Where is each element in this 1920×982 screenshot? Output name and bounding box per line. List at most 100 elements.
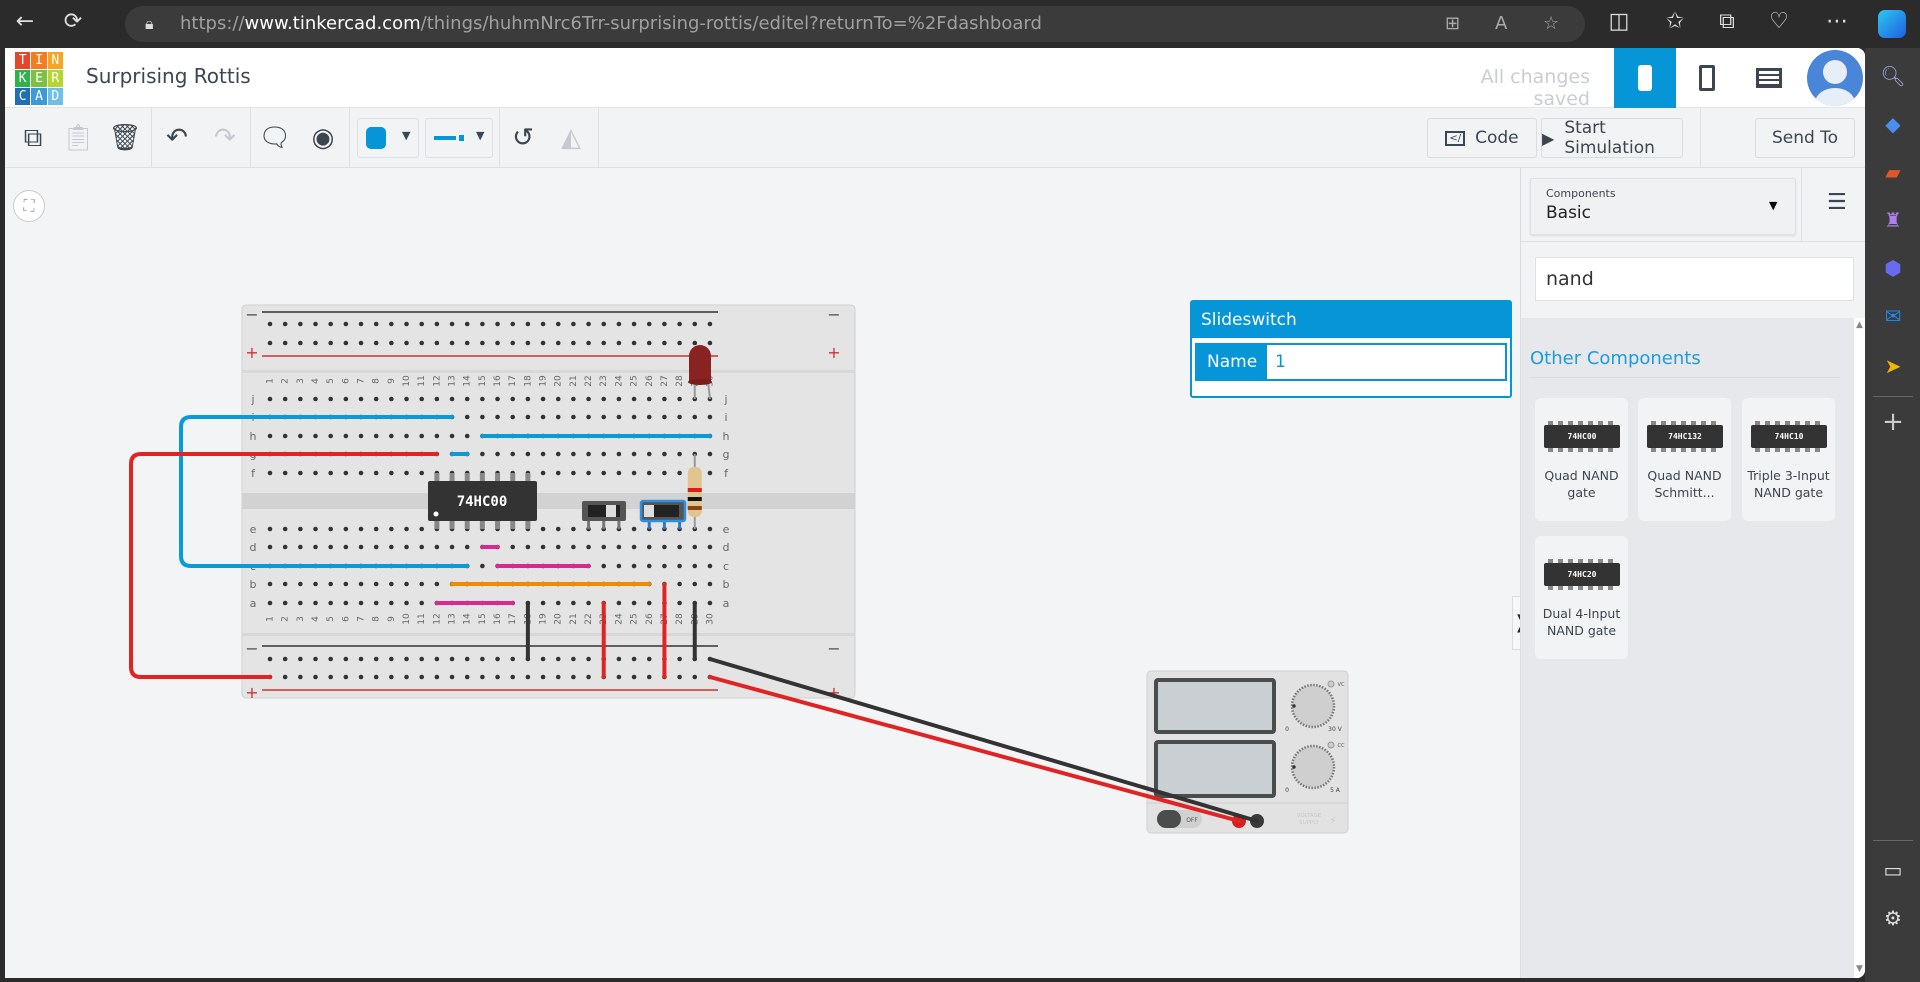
hole xyxy=(616,451,622,457)
hole xyxy=(343,340,349,346)
address-bar[interactable]: 🔒︎ https://www.tinkercad.com/things/huhm… xyxy=(125,6,1585,42)
refresh-icon[interactable]: ⟳ xyxy=(58,9,88,34)
back-icon[interactable]: ← xyxy=(10,9,40,34)
notes-visibility-icon[interactable]: ◉ xyxy=(303,118,343,158)
components-dropdown[interactable]: Components Basic ▼ xyxy=(1530,178,1796,235)
hole xyxy=(434,656,440,662)
favorite-icon[interactable]: ☆ xyxy=(1543,6,1559,42)
hole xyxy=(601,451,607,457)
app-header: T I N K E R C A D Surprising Rottis All … xyxy=(5,48,1865,110)
more-icon[interactable]: ⋯ xyxy=(1822,9,1852,34)
hole xyxy=(571,451,576,457)
rotate-icon[interactable]: ↺ xyxy=(503,118,543,158)
column-number: 6 xyxy=(341,616,351,622)
avatar[interactable] xyxy=(1807,50,1863,106)
hole xyxy=(404,321,409,327)
knob-indicator xyxy=(1292,765,1296,769)
hole xyxy=(404,526,409,532)
read-aloud-icon[interactable]: A xyxy=(1495,6,1507,42)
hole xyxy=(616,656,622,662)
hole xyxy=(419,396,425,402)
redo-icon[interactable]: ↷ xyxy=(205,118,245,158)
lock-icon[interactable]: 🔒︎ xyxy=(145,6,154,42)
rail-sign: − xyxy=(245,639,258,658)
hole xyxy=(707,544,713,550)
tab-schematic-view[interactable] xyxy=(1676,48,1738,108)
component-card[interactable]: 74HC00 Quad NAND gate xyxy=(1535,398,1628,521)
outlook-icon[interactable]: ✉ xyxy=(1879,302,1907,330)
scroll-down-icon[interactable]: ▼ xyxy=(1856,964,1863,974)
paste-icon[interactable]: 📋︎ xyxy=(58,118,98,158)
hole xyxy=(631,674,637,680)
sidebar-toggle-icon[interactable]: ▭ xyxy=(1879,856,1907,884)
component-card[interactable]: 74HC132 Quad NAND Schmitt... xyxy=(1638,398,1731,521)
chip-image: 74HC00 xyxy=(1544,421,1620,452)
circuit-drawing[interactable]: −+−+−+−+11223344556677889910101111121213… xyxy=(5,168,1520,978)
name-value[interactable]: 1 xyxy=(1267,345,1286,379)
tab-component-list[interactable] xyxy=(1738,48,1800,108)
hole xyxy=(586,451,591,457)
games-icon[interactable]: ♜ xyxy=(1879,206,1907,234)
add-icon[interactable]: + xyxy=(1879,408,1907,436)
list-view-icon[interactable]: ☰ xyxy=(1827,190,1847,215)
hole xyxy=(282,581,288,587)
split-screen-icon[interactable]: ◫ xyxy=(1604,9,1634,34)
code-button[interactable]: </ Code xyxy=(1427,118,1537,158)
hole xyxy=(495,674,500,680)
note-icon[interactable]: 🗨︎ xyxy=(255,118,295,158)
hole xyxy=(707,414,713,420)
settings-icon[interactable]: ⚙ xyxy=(1879,904,1907,932)
name-field[interactable]: Name 1 xyxy=(1195,343,1507,381)
hole xyxy=(586,396,591,402)
hole xyxy=(464,674,470,680)
copy-icon[interactable]: ⧉ xyxy=(13,118,53,158)
tab-circuit-view[interactable] xyxy=(1614,48,1676,108)
scrollbar[interactable]: ▲ ▼ xyxy=(1854,318,1865,978)
hole xyxy=(616,600,622,606)
hole xyxy=(525,451,531,457)
hole xyxy=(373,674,379,680)
wire-color-dropdown[interactable]: ▼ xyxy=(357,118,419,158)
copilot-icon[interactable] xyxy=(1878,10,1906,38)
shopping-icon[interactable]: ◆ xyxy=(1879,110,1907,138)
hole xyxy=(540,470,546,476)
hole xyxy=(419,581,425,587)
lightning-icon: ⚡ xyxy=(1329,816,1336,827)
components-panel: Components Basic ▼ ☰ Other Components 74… xyxy=(1520,168,1865,978)
power-switch-knob xyxy=(1157,810,1181,828)
hole xyxy=(404,470,409,476)
favorites-icon[interactable]: ✩ xyxy=(1660,9,1690,34)
rail-sign: + xyxy=(245,683,258,702)
start-simulation-button[interactable]: ▶ Start Simulation xyxy=(1541,118,1683,158)
apps-icon[interactable]: ⊞ xyxy=(1445,6,1460,42)
scroll-up-icon[interactable]: ▲ xyxy=(1856,320,1863,330)
send-icon[interactable]: ➤ xyxy=(1879,352,1907,380)
wire-type-dropdown[interactable]: ▼ xyxy=(425,118,493,158)
column-number: 17 xyxy=(508,375,518,386)
breadboard-icon xyxy=(1638,65,1652,91)
search-icon[interactable]: 🔍︎ xyxy=(1879,62,1907,90)
hole xyxy=(404,544,409,550)
browser-essentials-icon[interactable]: ♡ xyxy=(1764,9,1794,34)
hole xyxy=(373,470,379,476)
flip-icon[interactable]: ◭ xyxy=(551,118,591,158)
send-to-button[interactable]: Send To xyxy=(1755,118,1855,158)
hole xyxy=(419,340,425,346)
circuit-canvas[interactable]: ⛶ − + − + − + − +1 1 2 2 3 3 4 4 5 5 6 6 7 7 8 8 9 9 10 10 11 11 12 12… xyxy=(5,168,1520,978)
undo-icon[interactable]: ↶ xyxy=(157,118,197,158)
design-title[interactable]: Surprising Rottis xyxy=(86,64,251,88)
tinkercad-logo[interactable]: T I N K E R C A D xyxy=(15,52,63,105)
center-channel xyxy=(242,493,855,509)
hole xyxy=(662,396,667,402)
microsoft365-icon[interactable]: ⬢ xyxy=(1879,254,1907,282)
tools-icon[interactable]: ▰ xyxy=(1879,158,1907,186)
tinkercad-app: T I N K E R C A D Surprising Rottis All … xyxy=(5,48,1865,978)
component-card[interactable]: 74HC10 Triple 3-Input NAND gate xyxy=(1742,398,1835,521)
component-search-input[interactable] xyxy=(1535,257,1854,301)
hole xyxy=(510,674,516,680)
component-card[interactable]: 74HC20 Dual 4-Input NAND gate xyxy=(1535,536,1628,659)
divider xyxy=(1873,840,1913,841)
delete-icon[interactable]: 🗑︎ xyxy=(105,118,145,158)
hole xyxy=(267,340,273,346)
collections-icon[interactable]: ⧉ xyxy=(1712,9,1742,34)
